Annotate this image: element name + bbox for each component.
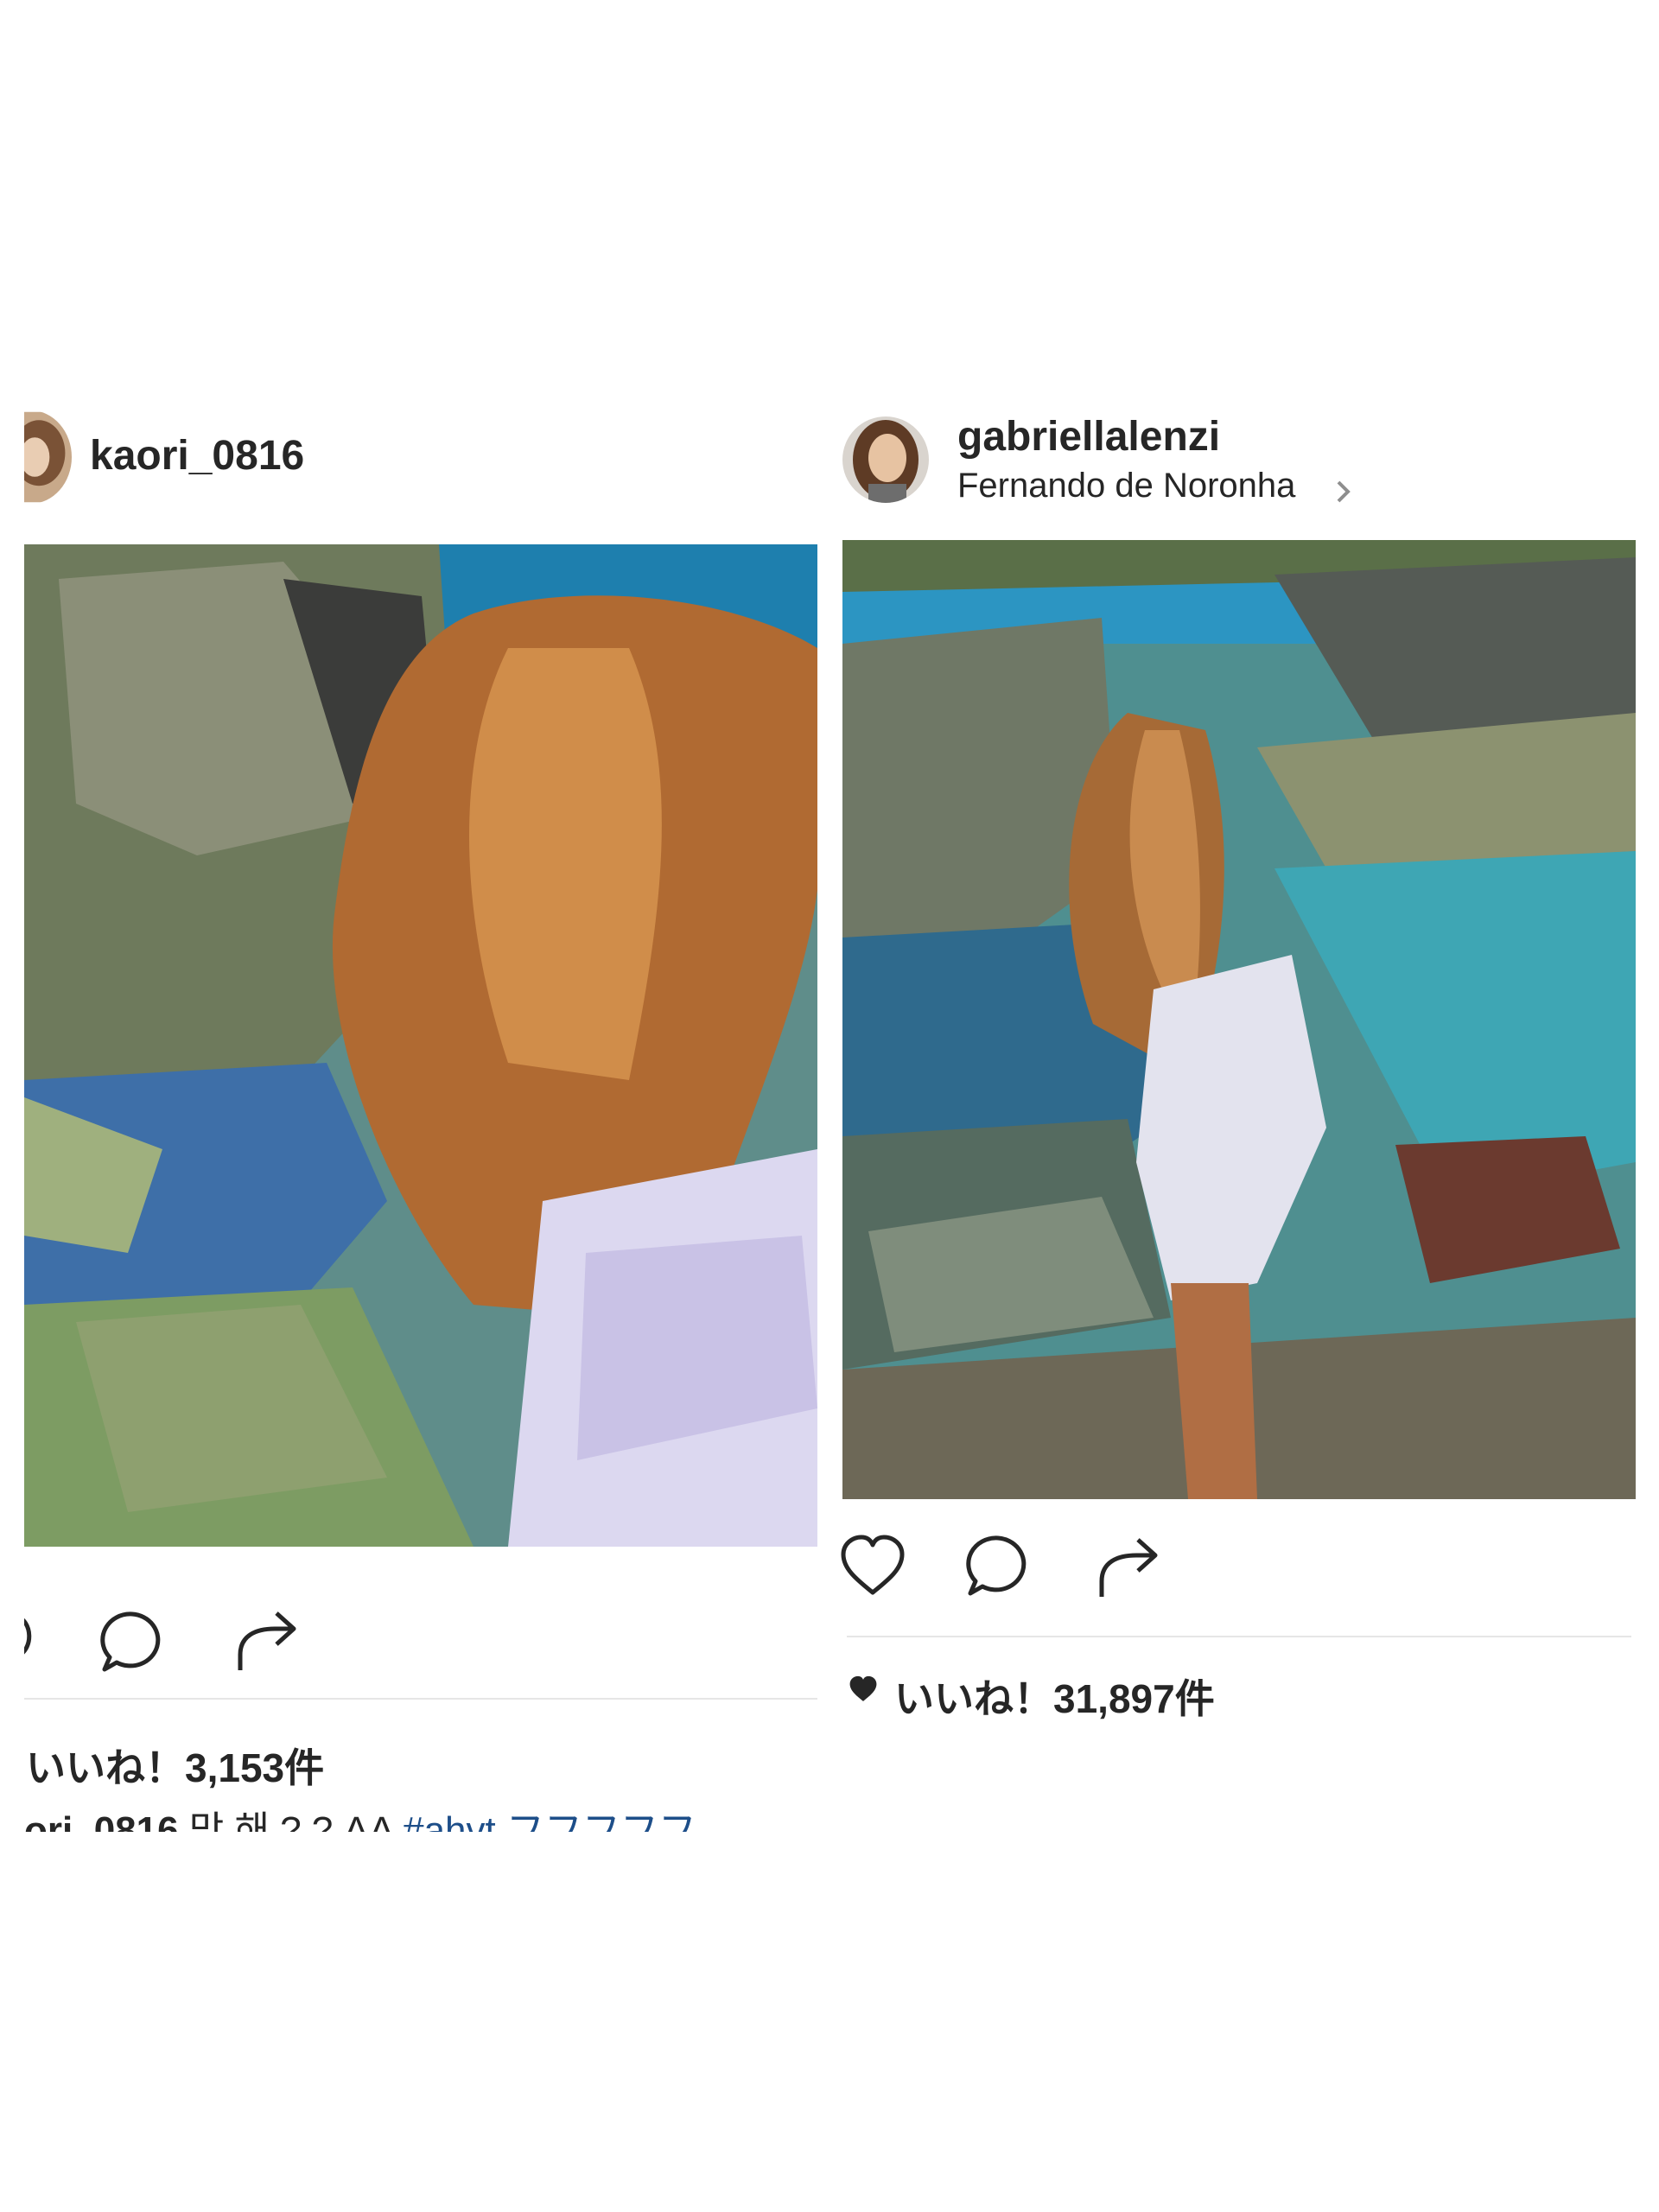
like-count[interactable]: いいね！3,153件 [26, 1737, 324, 1794]
caption-hashtag[interactable]: #ahvt フフフフフ [403, 1809, 696, 1832]
heart-filled-icon [847, 1675, 880, 1704]
username[interactable]: kaori_0816 [90, 432, 304, 480]
location[interactable]: Fernando de Noronha [957, 467, 1295, 505]
heart-icon[interactable] [838, 1534, 907, 1599]
comment-icon[interactable] [98, 1607, 167, 1676]
avatar[interactable] [24, 410, 72, 504]
share-icon[interactable] [232, 1603, 301, 1676]
chevron-right-icon[interactable] [1335, 479, 1352, 505]
share-icon[interactable] [1093, 1529, 1162, 1603]
post-gabriella: gabriellalenzi Fernando de Noronha いいね！3… [841, 406, 1636, 1754]
like-count[interactable]: いいね！31,897件 [894, 1668, 1215, 1725]
caption-username[interactable]: ori_0816 [24, 1809, 179, 1832]
post-photo[interactable] [24, 544, 817, 1547]
heart-icon[interactable] [24, 1607, 50, 1668]
divider [24, 1698, 817, 1700]
avatar[interactable] [842, 416, 929, 503]
post-photo[interactable] [842, 540, 1636, 1499]
divider [847, 1636, 1631, 1637]
caption-text: 맘 해 ? ? AA [178, 1809, 404, 1832]
post-kaori: kaori_0816 いいね！3,153件 ori_0816 맘 해 ? ? A… [24, 406, 817, 1832]
comment-icon[interactable] [963, 1531, 1033, 1600]
caption: ori_0816 맘 해 ? ? AA #ahvt フフフフフ [24, 1799, 696, 1832]
username[interactable]: gabriellalenzi [957, 413, 1220, 461]
